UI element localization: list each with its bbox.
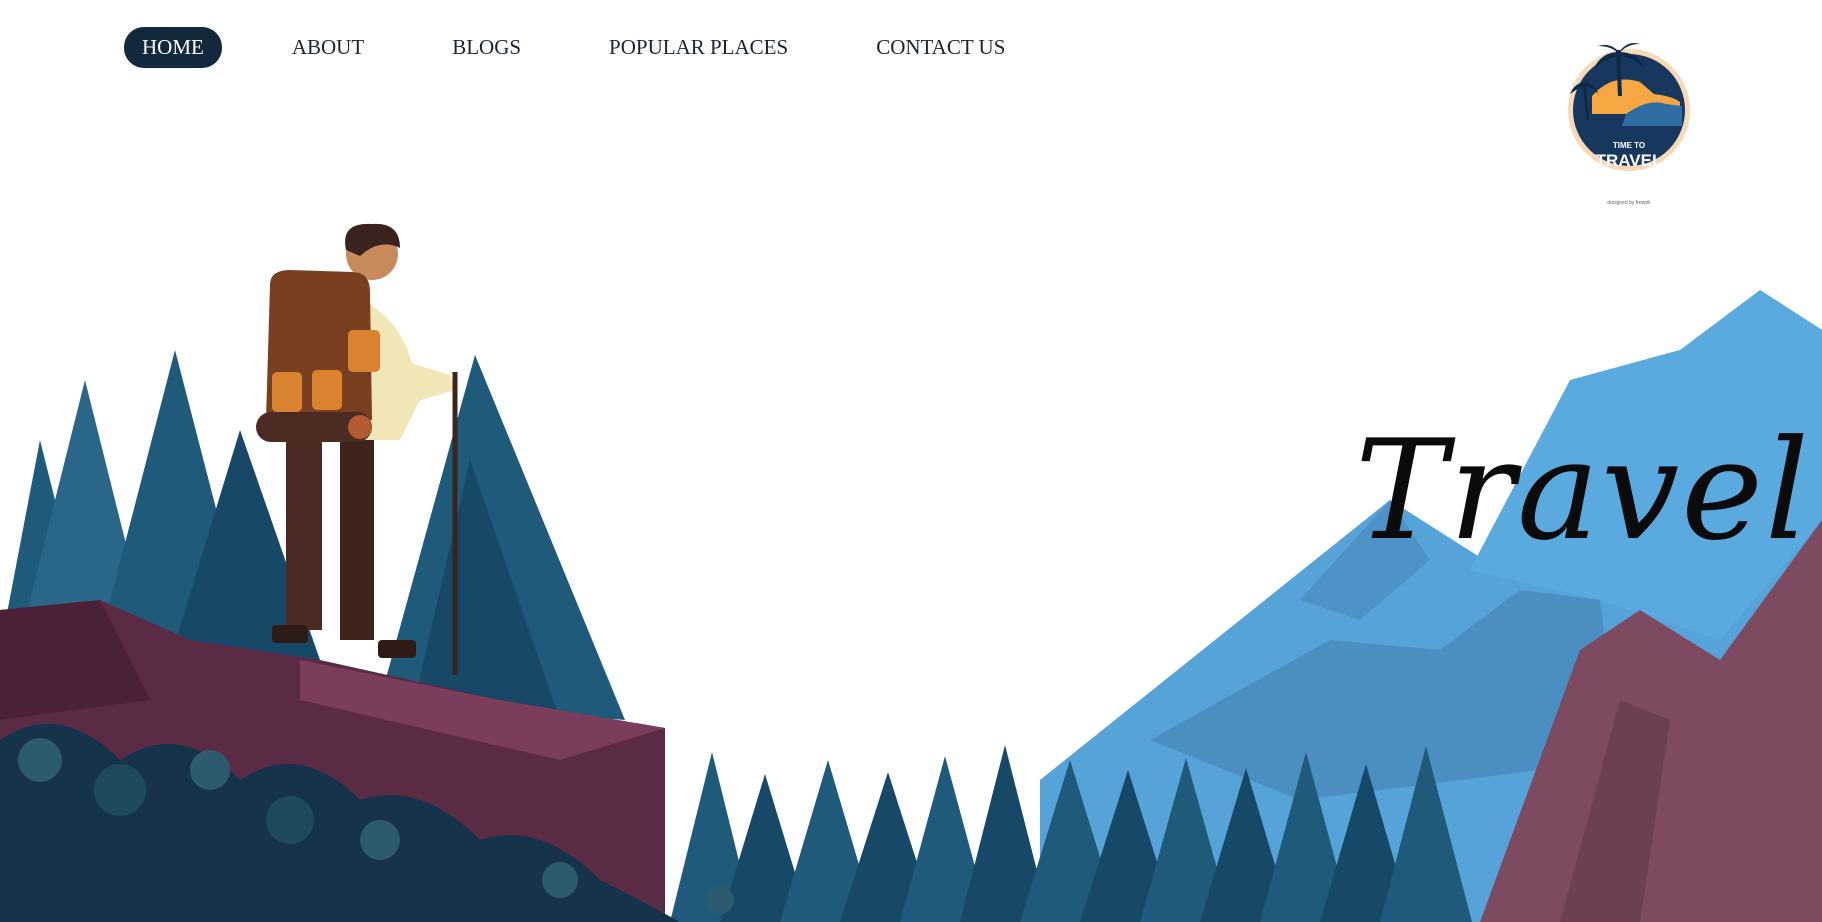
hiker-boot-right bbox=[378, 640, 416, 658]
time-to-travel-logo[interactable]: TIME TO TRAVEL designed by freepik bbox=[1562, 38, 1696, 208]
logo-line2: TRAVEL bbox=[1596, 151, 1663, 170]
nav-contact-us[interactable]: CONTACT US bbox=[858, 27, 1023, 68]
hiker-leg-left bbox=[286, 440, 322, 630]
nav-blogs[interactable]: BLOGS bbox=[434, 27, 539, 68]
backpack-pocket-right bbox=[348, 330, 380, 372]
logo-line1: TIME TO bbox=[1613, 141, 1645, 150]
hiker-leg-right bbox=[340, 440, 374, 640]
palm-trunk bbox=[1616, 49, 1622, 97]
sleeping-roll-end bbox=[348, 415, 372, 439]
backpack-pocket-mid bbox=[312, 370, 342, 410]
nav-about[interactable]: ABOUT bbox=[274, 27, 382, 68]
backpack-pocket-left bbox=[272, 372, 302, 412]
main-nav: HOME ABOUT BLOGS POPULAR PLACES CONTACT … bbox=[124, 27, 1075, 68]
hiker-arm bbox=[400, 360, 455, 405]
hiker-boot-left bbox=[272, 625, 308, 643]
hero-title: Travel bbox=[1355, 410, 1812, 571]
nav-home[interactable]: HOME bbox=[124, 27, 222, 68]
logo-credit: designed by freepik bbox=[1607, 200, 1651, 206]
nav-popular-places[interactable]: POPULAR PLACES bbox=[591, 27, 806, 68]
